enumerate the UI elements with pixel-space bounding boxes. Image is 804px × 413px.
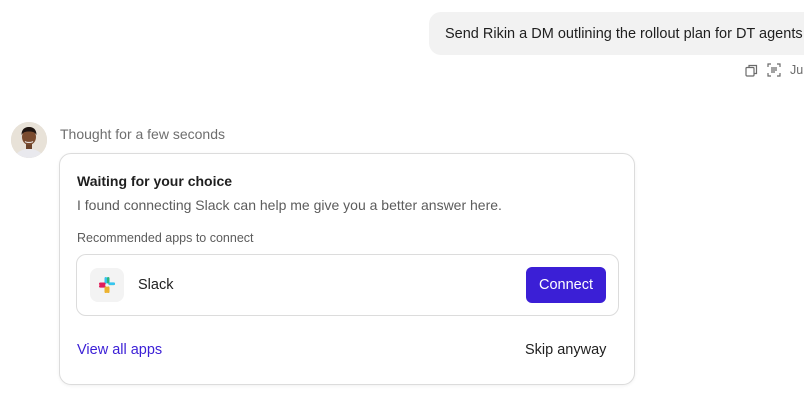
skip-anyway-button[interactable]: Skip anyway	[525, 342, 606, 358]
app-name: Slack	[138, 277, 174, 293]
app-row-slack: Slack Connect	[76, 254, 619, 316]
chat-page: Send Rikin a DM outlining the rollout pl…	[0, 0, 804, 413]
user-message-bubble: Send Rikin a DM outlining the rollout pl…	[429, 12, 804, 55]
scan-text-icon[interactable]	[767, 63, 781, 77]
connect-button[interactable]: Connect	[526, 267, 606, 303]
view-all-apps-link[interactable]: View all apps	[77, 342, 162, 358]
card-description: I found connecting Slack can help me giv…	[77, 197, 502, 213]
avatar	[11, 122, 47, 158]
section-label: Recommended apps to connect	[77, 231, 254, 245]
message-actions: Ju	[744, 63, 803, 77]
app-connect-card: Waiting for your choice I found connecti…	[59, 153, 635, 385]
message-timestamp: Ju	[790, 63, 804, 77]
slack-icon	[90, 268, 124, 302]
card-title: Waiting for your choice	[77, 173, 233, 189]
user-message-text: Send Rikin a DM outlining the rollout pl…	[445, 25, 803, 42]
thought-label[interactable]: Thought for a few seconds	[60, 126, 225, 142]
copy-icon[interactable]	[744, 63, 758, 77]
